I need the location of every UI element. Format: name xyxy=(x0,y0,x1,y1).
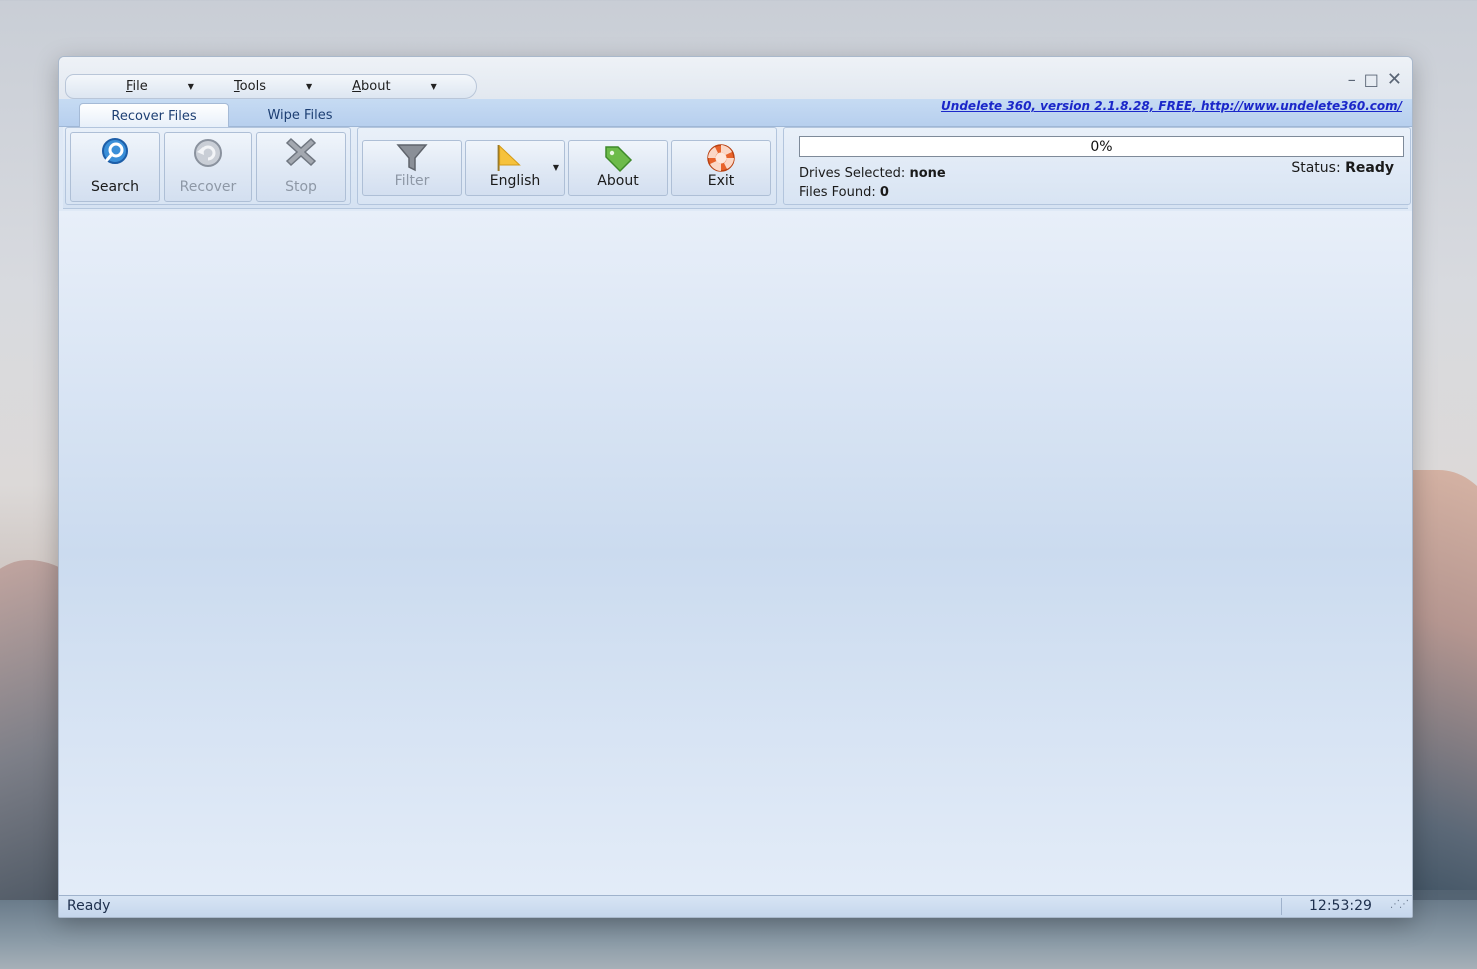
magnifier-icon xyxy=(98,137,132,175)
stop-button-label: Stop xyxy=(285,179,317,195)
close-button[interactable]: ✕ xyxy=(1387,69,1402,90)
recover-button-label: Recover xyxy=(179,179,237,195)
chevron-down-icon: ▼ xyxy=(430,82,437,91)
tab-wipe-files[interactable]: Wipe Files xyxy=(225,103,375,128)
chevron-down-icon: ▼ xyxy=(552,163,559,172)
menu-bar: File ▼ Tools ▼ About ▼ xyxy=(65,74,477,99)
menu-file[interactable]: File ▼ xyxy=(126,79,194,94)
menu-tools[interactable]: Tools ▼ xyxy=(234,79,312,94)
status-time: 12:53:29 xyxy=(1309,898,1372,914)
flag-icon xyxy=(493,143,525,177)
resize-grip-icon[interactable]: ⋰⋰ xyxy=(1390,899,1409,910)
funnel-icon xyxy=(396,143,428,177)
title-bar: File ▼ Tools ▼ About ▼ – □ ✕ xyxy=(59,57,1412,99)
maximize-button[interactable]: □ xyxy=(1364,70,1379,89)
app-window: File ▼ Tools ▼ About ▼ – □ ✕ Recover Fil… xyxy=(58,56,1413,918)
progress-text: 0% xyxy=(1090,138,1113,155)
drives-selected: Drives Selected: none xyxy=(799,166,946,181)
recover-arrow-icon xyxy=(191,137,225,175)
results-area xyxy=(59,211,1412,895)
tag-icon xyxy=(602,143,634,177)
ribbon: Search Recover Stop Filter English ▼ Abo… xyxy=(63,127,1411,209)
lifebuoy-icon xyxy=(706,143,736,177)
language-button[interactable]: English ▼ xyxy=(465,140,565,196)
ribbon-group-options: Filter English ▼ About Exit xyxy=(357,127,777,205)
recover-button[interactable]: Recover xyxy=(164,132,252,202)
stop-button[interactable]: Stop xyxy=(256,132,346,202)
tab-strip: Recover Files Wipe Files Undelete 360, v… xyxy=(59,99,1412,128)
x-stop-icon xyxy=(284,135,318,173)
files-found: Files Found: 0 xyxy=(799,185,889,200)
filter-button[interactable]: Filter xyxy=(362,140,462,196)
progress-bar: 0% xyxy=(799,136,1404,157)
window-controls: – □ ✕ xyxy=(1348,69,1402,90)
search-button[interactable]: Search xyxy=(70,132,160,202)
version-link[interactable]: Undelete 360, version 2.1.8.28, FREE, ht… xyxy=(941,99,1402,113)
status-text: Ready xyxy=(67,898,111,914)
ribbon-group-actions: Search Recover Stop xyxy=(65,127,351,205)
exit-button[interactable]: Exit xyxy=(671,140,771,196)
scan-status-panel: 0% Drives Selected: none Files Found: 0 … xyxy=(783,127,1411,205)
scan-status: Status: Ready xyxy=(1291,160,1394,176)
chevron-down-icon: ▼ xyxy=(187,82,194,91)
minimize-button[interactable]: – xyxy=(1348,70,1356,89)
status-separator xyxy=(1281,898,1282,915)
menu-about[interactable]: About ▼ xyxy=(352,79,437,94)
status-bar: Ready 12:53:29 ⋰⋰ xyxy=(59,895,1412,917)
search-button-label: Search xyxy=(90,179,140,195)
tab-recover-files[interactable]: Recover Files xyxy=(79,103,229,128)
about-button[interactable]: About xyxy=(568,140,668,196)
chevron-down-icon: ▼ xyxy=(305,82,313,91)
